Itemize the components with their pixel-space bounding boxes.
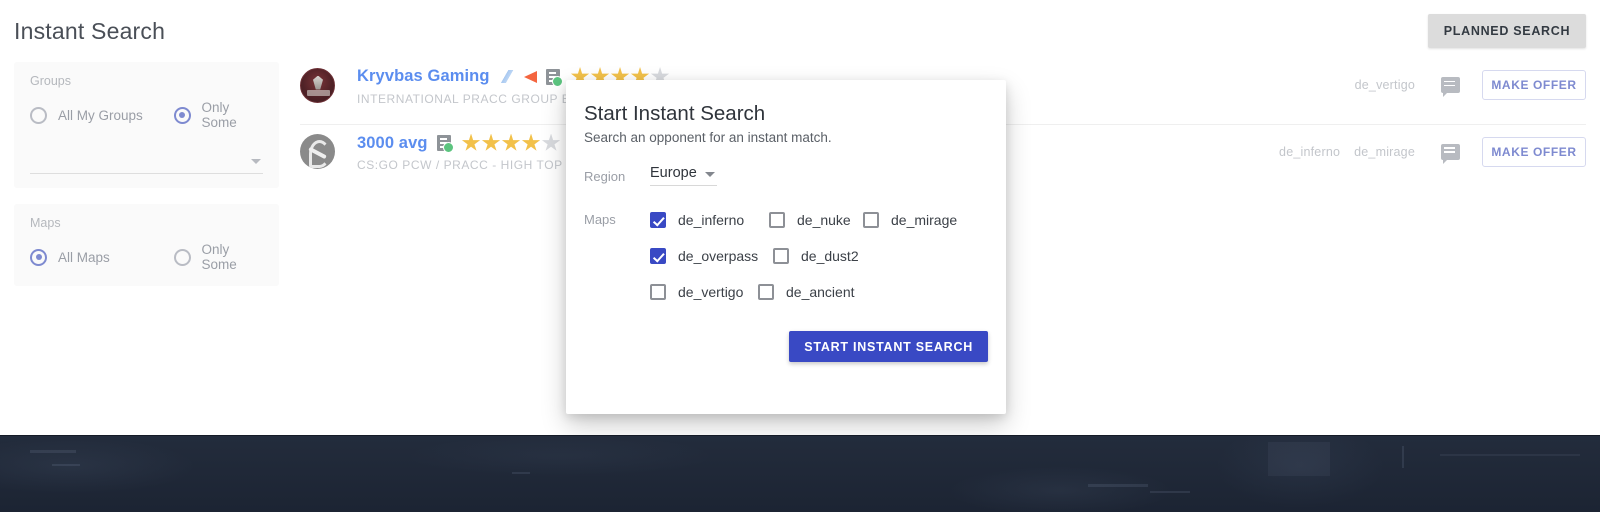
- region-field: Region Europe: [584, 165, 1006, 186]
- checkbox-de-mirage[interactable]: de_mirage: [863, 212, 957, 228]
- banner-texture: [52, 464, 80, 466]
- map-tag: de_inferno: [1279, 144, 1341, 159]
- checkbox-icon: [769, 212, 785, 228]
- rating-stars: [461, 133, 561, 153]
- radio-icon: [173, 248, 191, 266]
- maps-row: de_inferno de_nuke de_mirage: [650, 212, 957, 228]
- checkbox-label: de_inferno: [678, 212, 745, 228]
- groups-filter-panel: Groups All My Groups Only Some: [14, 62, 279, 188]
- star-icon: [501, 133, 521, 151]
- checkbox-icon: [863, 212, 879, 228]
- checkbox-de-ancient[interactable]: de_ancient: [758, 284, 855, 300]
- radio-label: All Maps: [58, 249, 110, 265]
- map-tag: de_mirage: [1354, 144, 1415, 159]
- region-label: Region: [584, 169, 626, 184]
- maps-row: de_vertigo de_ancient: [650, 284, 957, 300]
- radio-maps-only-some[interactable]: Only Some: [173, 242, 263, 272]
- banner-texture: [512, 472, 530, 474]
- banner-texture: [1268, 442, 1330, 476]
- background-banner: [0, 435, 1600, 512]
- banner-texture: [30, 450, 76, 453]
- checkbox-de-inferno[interactable]: de_inferno: [650, 212, 769, 228]
- checkbox-label: de_dust2: [801, 248, 859, 264]
- maps-label: Maps: [584, 212, 616, 227]
- groups-select[interactable]: [30, 152, 263, 174]
- page-title: Instant Search: [14, 18, 166, 44]
- chevron-down-icon: [704, 172, 715, 177]
- map-tag: de_vertigo: [1354, 78, 1415, 92]
- filters-sidebar: Groups All My Groups Only Some Maps All …: [14, 62, 279, 302]
- checkbox-label: de_nuke: [797, 212, 851, 228]
- checkbox-de-dust2[interactable]: de_dust2: [773, 248, 859, 264]
- star-icon: [461, 133, 481, 151]
- maps-filter-panel: Maps All Maps Only Some: [14, 204, 279, 286]
- row-actions: de_vertigo MAKE OFFER: [1341, 70, 1586, 100]
- checkbox-label: de_ancient: [786, 284, 855, 300]
- radio-label: Only Some: [201, 100, 237, 130]
- star-icon: [521, 133, 541, 151]
- banner-texture: [1440, 454, 1580, 456]
- region-value: Europe: [650, 165, 697, 181]
- dialog-subtitle: Search an opponent for an instant match.: [584, 130, 832, 145]
- radio-icon: [30, 106, 47, 124]
- maps-row: de_overpass de_dust2: [650, 248, 957, 264]
- team-name-link[interactable]: 3000 avg: [357, 134, 428, 153]
- checkbox-de-nuke[interactable]: de_nuke: [769, 212, 863, 228]
- checkbox-label: de_mirage: [891, 212, 958, 228]
- checkbox-icon-checked: [650, 212, 666, 228]
- start-instant-search-button[interactable]: START INSTANT SEARCH: [789, 331, 988, 362]
- checkbox-icon: [758, 284, 774, 300]
- radio-icon-selected: [30, 248, 47, 266]
- checkbox-icon: [650, 284, 666, 300]
- checkbox-label: de_vertigo: [678, 284, 744, 300]
- radio-all-maps[interactable]: All Maps: [30, 248, 174, 266]
- radio-label: All My Groups: [58, 107, 143, 123]
- app-root: Instant Search PLANNED SEARCH Groups All…: [0, 0, 1600, 512]
- chevron-down-icon: [251, 159, 261, 164]
- team-name-link[interactable]: Kryvbas Gaming: [357, 67, 490, 86]
- planned-search-button[interactable]: PLANNED SEARCH: [1428, 14, 1586, 48]
- star-icon-empty: [541, 133, 561, 151]
- chat-icon[interactable]: [1441, 143, 1460, 164]
- checkbox-icon-checked: [650, 248, 666, 264]
- radio-groups-only-some[interactable]: Only Some: [173, 100, 263, 130]
- region-select[interactable]: Europe: [650, 165, 717, 186]
- row-actions: de_inferno de_mirage MAKE OFFER: [1265, 136, 1586, 167]
- verified-document-icon: [436, 135, 454, 153]
- make-offer-button[interactable]: MAKE OFFER: [1482, 136, 1586, 167]
- instant-search-dialog: Start Instant Search Search an opponent …: [566, 80, 1006, 414]
- make-offer-button[interactable]: MAKE OFFER: [1482, 70, 1586, 100]
- avatar: [300, 67, 335, 103]
- chat-icon[interactable]: [1441, 77, 1460, 97]
- checkbox-de-overpass[interactable]: de_overpass: [650, 248, 773, 264]
- groups-radio-group: All My Groups Only Some: [30, 100, 263, 130]
- star-icon: [481, 133, 501, 151]
- checkbox-label: de_overpass: [678, 248, 759, 264]
- banner-texture: [1150, 491, 1190, 493]
- maps-checkbox-grid: de_inferno de_nuke de_mirage de_overpass: [650, 208, 957, 300]
- groups-label: Groups: [30, 74, 71, 88]
- dialog-title: Start Instant Search: [584, 102, 766, 125]
- checkbox-de-vertigo[interactable]: de_vertigo: [650, 284, 758, 300]
- maps-label: Maps: [30, 216, 61, 230]
- banner-texture: [1402, 446, 1404, 468]
- checkbox-icon: [773, 248, 789, 264]
- verified-document-icon: [545, 68, 563, 87]
- banner-texture: [1088, 484, 1148, 487]
- radio-label: Only Some: [201, 242, 237, 272]
- maps-field: Maps de_inferno de_nuke de_mirage de_ove…: [584, 208, 1006, 300]
- radio-all-my-groups[interactable]: All My Groups: [30, 106, 174, 124]
- radio-icon-selected: [173, 106, 191, 124]
- flag-icon: [523, 70, 537, 83]
- maps-radio-group: All Maps Only Some: [30, 242, 263, 272]
- swoosh-icon: [497, 70, 516, 83]
- avatar: [300, 134, 335, 169]
